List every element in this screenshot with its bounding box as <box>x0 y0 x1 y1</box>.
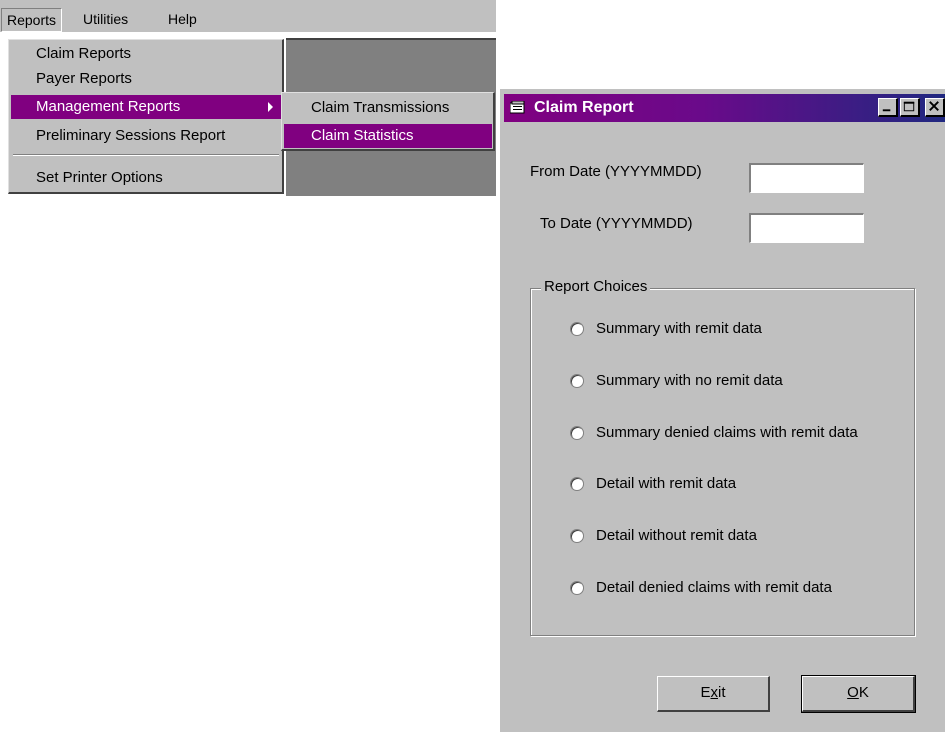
radio-label: Summary with no remit data <box>596 372 783 389</box>
close-button[interactable] <box>925 98 945 117</box>
menu-help[interactable]: Help <box>163 8 202 30</box>
management-reports-submenu: Claim Transmissions Claim Statistics <box>281 92 495 151</box>
radio-button[interactable] <box>570 581 584 595</box>
close-icon <box>929 101 939 111</box>
maximize-icon <box>903 101 915 112</box>
radio-label: Summary with remit data <box>596 320 762 337</box>
menu-bar: Reports Utilities Help <box>0 0 496 32</box>
to-date-input[interactable] <box>749 213 864 243</box>
menu-separator <box>13 154 279 156</box>
menu-item-management-reports[interactable]: Management Reports <box>11 95 281 119</box>
from-date-label: From Date (YYYYMMDD) <box>530 163 702 180</box>
dialog-title: Claim Report <box>534 99 634 116</box>
minimize-button[interactable] <box>878 98 898 117</box>
submenu-arrow-icon <box>268 102 273 112</box>
claim-report-dialog: Claim Report From Date (YYYYMMDD) To Dat… <box>500 89 945 732</box>
radio-label: Summary denied claims with remit data <box>596 424 858 441</box>
menu-item-label: Management Reports <box>36 98 181 115</box>
ok-label-post: K <box>858 684 869 701</box>
menu-item-claim-transmissions[interactable]: Claim Transmissions <box>284 96 492 120</box>
radio-button[interactable] <box>570 374 584 388</box>
radio-label: Detail denied claims with remit data <box>596 579 832 596</box>
maximize-button[interactable] <box>900 98 920 117</box>
menu-utilities[interactable]: Utilities <box>78 8 133 30</box>
reports-dropdown: Claim Reports Payer Reports Management R… <box>8 39 284 194</box>
report-choices-label: Report Choices <box>541 277 651 297</box>
exit-label-mnemonic: x <box>710 684 719 701</box>
dialog-title-bar[interactable]: Claim Report <box>504 94 945 122</box>
to-date-label: To Date (YYYYMMDD) <box>540 215 693 232</box>
minimize-icon <box>882 109 891 112</box>
menu-item-claim-reports[interactable]: Claim Reports <box>11 42 281 66</box>
menu-item-preliminary-sessions-report[interactable]: Preliminary Sessions Report <box>11 124 281 148</box>
menu-reports[interactable]: Reports <box>1 8 63 32</box>
exit-label-pre: E <box>700 684 711 701</box>
exit-label-post: it <box>718 684 726 701</box>
radio-button[interactable] <box>570 529 584 543</box>
radio-button[interactable] <box>570 426 584 440</box>
radio-button[interactable] <box>570 477 584 491</box>
menu-item-payer-reports[interactable]: Payer Reports <box>11 67 281 91</box>
radio-label: Detail without remit data <box>596 527 757 544</box>
menu-item-claim-statistics[interactable]: Claim Statistics <box>284 124 492 148</box>
exit-button[interactable]: Exit <box>657 676 770 712</box>
from-date-input[interactable] <box>749 163 864 193</box>
ok-button[interactable]: OK <box>801 675 916 713</box>
ok-label-mnemonic: O <box>847 684 859 701</box>
app-icon <box>510 101 525 114</box>
radio-label: Detail with remit data <box>596 475 737 492</box>
radio-button[interactable] <box>570 322 584 336</box>
menu-item-set-printer-options[interactable]: Set Printer Options <box>11 166 281 190</box>
